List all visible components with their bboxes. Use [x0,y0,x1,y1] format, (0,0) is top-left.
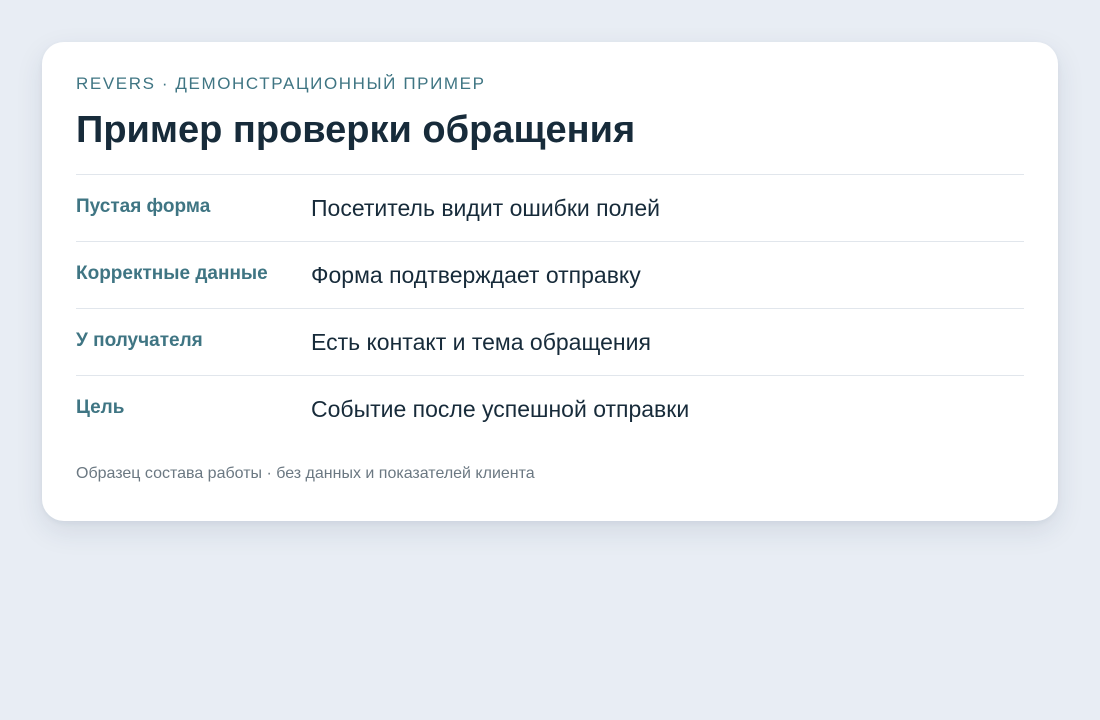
example-card: REVERS · ДЕМОНСТРАЦИОННЫЙ ПРИМЕР Пример … [42,42,1058,521]
footnote: Образец состава работы · без данных и по… [76,465,535,482]
page-title: Пример проверки обращения [76,109,636,151]
check-row-label: Корректные данные [76,263,268,284]
check-row-empty-form: Пустая форма Посетитель видит ошибки пол… [76,174,1024,241]
check-row-label: Пустая форма [76,196,211,217]
check-row-value: Форма подтверждает отправку [311,262,641,288]
check-row-label: Цель [76,397,125,418]
check-row-goal: Цель Событие после успешной отправки [76,375,1024,441]
check-row-value: Событие после успешной отправки [311,396,690,422]
check-row-value: Есть контакт и тема обращения [311,329,651,355]
check-row-value: Посетитель видит ошибки полей [311,195,660,221]
check-row-label: У получателя [76,330,203,351]
check-list: Пустая форма Посетитель видит ошибки пол… [76,174,1024,441]
check-row-valid-data: Корректные данные Форма подтверждает отп… [76,241,1024,308]
eyebrow-label: REVERS · ДЕМОНСТРАЦИОННЫЙ ПРИМЕР [76,74,486,93]
check-row-recipient: У получателя Есть контакт и тема обращен… [76,308,1024,375]
